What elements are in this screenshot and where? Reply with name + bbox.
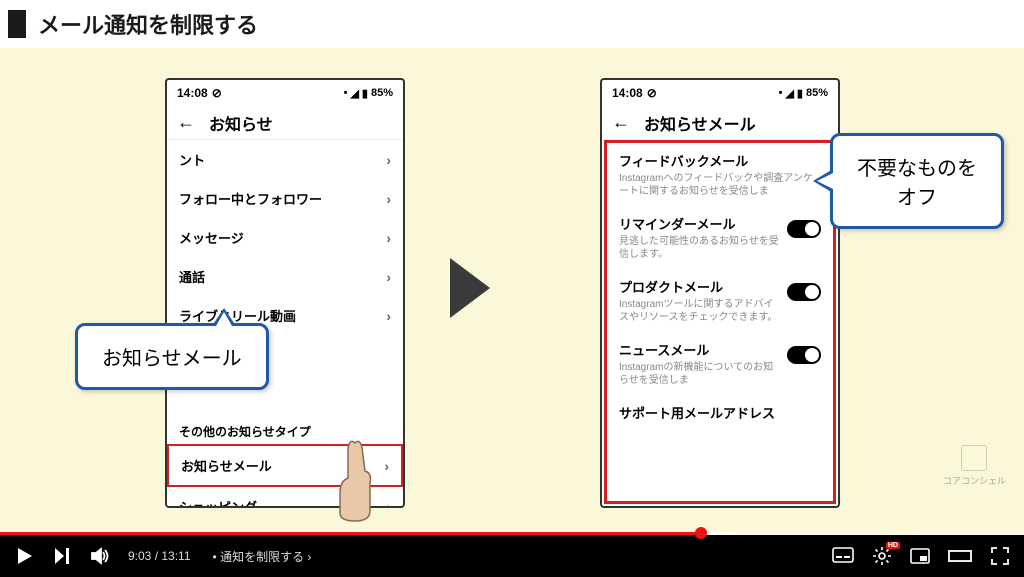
arrow-right-icon <box>450 258 490 318</box>
settings-panel-highlighted: フィードバックメール Instagramへのフィードバックや調査アンケートに関す… <box>604 140 836 504</box>
setting-desc: Instagramへのフィードバックや調査アンケートに関するお知らせを受信しま <box>619 172 821 198</box>
phone-header: ← お知らせメール <box>602 106 838 140</box>
slide-title-bar: メール通知を制限する <box>0 0 1024 48</box>
back-arrow-icon[interactable]: ← <box>612 112 630 133</box>
status-bar: 14:08 ⊘ • ◢ ▮ 85% <box>167 80 403 106</box>
volume-button[interactable] <box>90 546 110 566</box>
list-item[interactable]: メッセージ › <box>167 218 403 257</box>
list-item[interactable]: 通話 › <box>167 257 403 296</box>
setting-desc: 見逃した可能性のあるお知らせを受信します。 <box>619 235 779 261</box>
mail-setting-row[interactable]: リマインダーメール 見逃した可能性のあるお知らせを受信します。 <box>607 206 833 269</box>
mail-setting-row[interactable]: ニュースメール Instagramの新機能についてのお知らせを受信しま <box>607 332 833 395</box>
battery-percent: 85% <box>371 87 393 99</box>
battery-icon: ▮ <box>797 87 803 100</box>
callout-left: お知らせメール <box>75 323 269 390</box>
fullscreen-button[interactable] <box>990 546 1010 566</box>
list-item-highlighted[interactable]: お知らせメール › <box>167 444 403 487</box>
toggle-switch[interactable] <box>787 346 821 364</box>
status-dot-icon: • <box>344 87 348 99</box>
setting-title: サポート用メールアドレス <box>619 403 775 422</box>
signal-icon: ◢ <box>785 87 793 100</box>
status-time: 14:08 <box>612 86 643 100</box>
battery-percent: 85% <box>806 87 828 99</box>
next-button[interactable] <box>52 546 72 566</box>
status-bar: 14:08 ⊘ • ◢ ▮ 85% <box>602 80 838 106</box>
time-display: 9:03 / 13:11 <box>128 549 191 563</box>
video-controls: 9:03 / 13:11 • 通知を制限する › HD <box>0 535 1024 577</box>
mail-setting-row[interactable]: プロダクトメール Instagramツールに関するアドバイスやリソースをチェック… <box>607 269 833 332</box>
status-check-icon: ⊘ <box>647 86 657 100</box>
slide-title: メール通知を制限する <box>38 8 258 40</box>
setting-desc: Instagramの新機能についてのお知らせを受信しま <box>619 361 779 387</box>
status-check-icon: ⊘ <box>212 86 222 100</box>
chapter-title[interactable]: • 通知を制限する › <box>213 548 312 565</box>
watermark: コアコンシェル <box>943 445 1006 487</box>
back-arrow-icon[interactable]: ← <box>177 112 195 133</box>
phone-header: ← お知らせ <box>167 106 403 140</box>
toggle-switch[interactable] <box>787 220 821 238</box>
mail-setting-row[interactable]: フィードバックメール Instagramへのフィードバックや調査アンケートに関す… <box>607 143 833 206</box>
screen-title: お知らせメール <box>644 111 756 135</box>
status-dot-icon: • <box>779 87 783 99</box>
hd-badge: HD <box>886 542 900 549</box>
chevron-right-icon: › <box>386 308 391 324</box>
chevron-right-icon: › <box>386 499 391 509</box>
status-time: 14:08 <box>177 86 208 100</box>
chevron-right-icon: › <box>386 152 391 168</box>
toggle-switch[interactable] <box>787 283 821 301</box>
phone-mockup-left: 14:08 ⊘ • ◢ ▮ 85% ← お知らせ ント › フォロー中とフォロワ… <box>165 78 405 508</box>
list-item[interactable]: フォロー中とフォロワー › <box>167 179 403 218</box>
play-button[interactable] <box>14 546 34 566</box>
setting-title: ニュースメール <box>619 340 779 359</box>
screen-title: お知らせ <box>209 111 273 135</box>
chevron-right-icon: › <box>386 269 391 285</box>
setting-title: プロダクトメール <box>619 277 779 296</box>
settings-button[interactable]: HD <box>872 546 892 566</box>
list-item[interactable]: ント › <box>167 140 403 179</box>
list-item[interactable]: ショッピング › <box>167 487 403 508</box>
setting-title: フィードバックメール <box>619 151 821 170</box>
setting-title: リマインダーメール <box>619 214 779 233</box>
chevron-right-icon: › <box>386 230 391 246</box>
section-header: その他のお知らせタイプ <box>167 415 403 444</box>
chevron-right-icon: › <box>384 458 389 474</box>
phone-mockup-right: 14:08 ⊘ • ◢ ▮ 85% ← お知らせメール フィードバックメール <box>600 78 840 508</box>
watermark-logo-icon <box>961 445 987 471</box>
subtitles-button[interactable] <box>832 547 854 565</box>
chevron-right-icon: › <box>386 191 391 207</box>
mail-setting-row[interactable]: サポート用メールアドレス <box>607 395 833 432</box>
theater-button[interactable] <box>948 548 972 564</box>
signal-icon: ◢ <box>350 87 358 100</box>
setting-desc: Instagramツールに関するアドバイスやリソースをチェックできます。 <box>619 298 779 324</box>
miniplayer-button[interactable] <box>910 548 930 564</box>
battery-icon: ▮ <box>362 87 368 100</box>
callout-right: 不要なものを オフ <box>830 133 1004 229</box>
title-decoration <box>8 10 26 38</box>
